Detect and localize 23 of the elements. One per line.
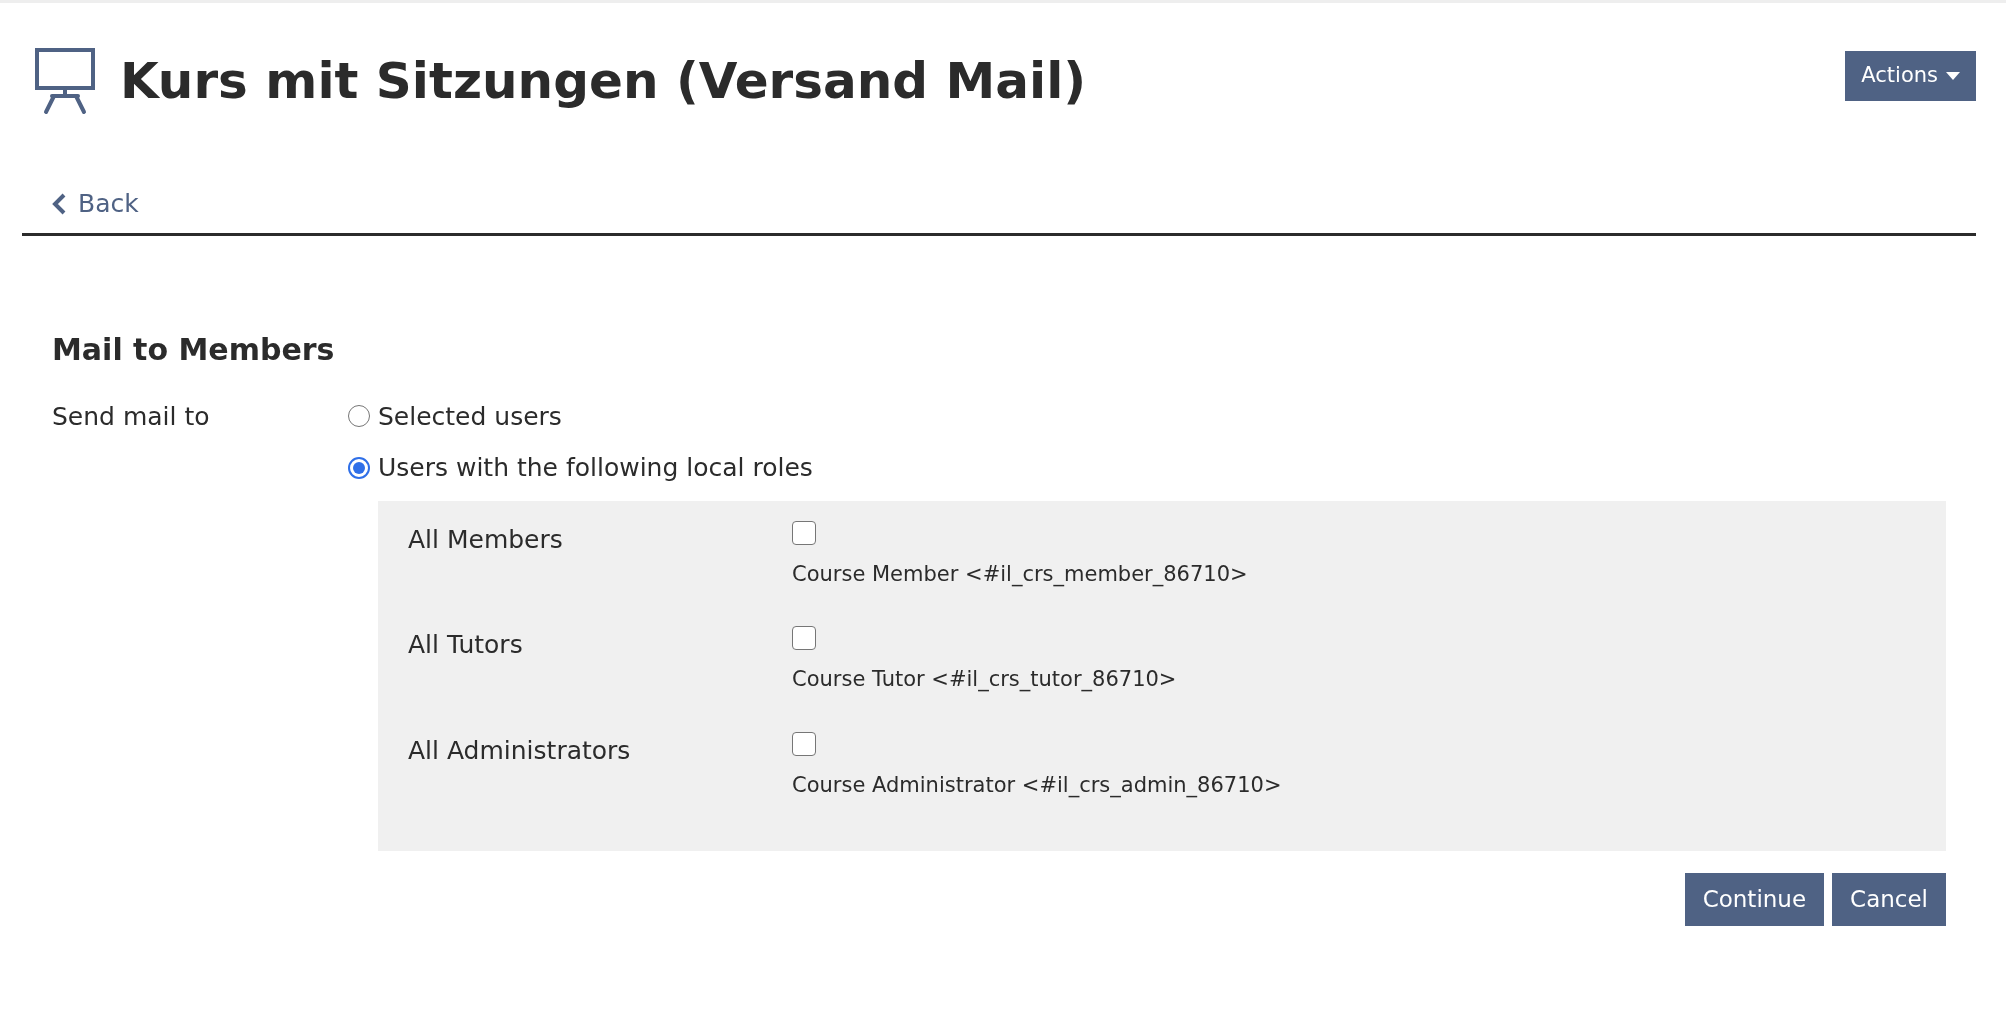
role-label: All Members	[408, 524, 563, 554]
radio-button[interactable]	[348, 405, 370, 428]
continue-button[interactable]: Continue	[1684, 873, 1825, 926]
field-label: Send mail to	[52, 401, 210, 431]
role-label: All Tutors	[408, 630, 523, 659]
role-description: Course Member <#il_crs_member_86710>	[792, 560, 1248, 589]
option-label: Users with the following local roles	[378, 452, 813, 484]
radio-button[interactable]	[348, 456, 370, 479]
chevron-left-icon	[52, 192, 66, 215]
presentation-board-icon	[34, 47, 96, 115]
back-link[interactable]: Back	[52, 185, 139, 223]
form-title: Mail to Members	[52, 331, 336, 368]
checkbox[interactable]	[792, 626, 816, 650]
role-description: Course Tutor <#il_crs_tutor_86710>	[792, 666, 1177, 694]
checkbox[interactable]	[792, 731, 816, 756]
actions-button[interactable]: Actions	[1845, 51, 1976, 101]
checkbox[interactable]	[792, 520, 816, 545]
caret-icon	[1946, 71, 1960, 80]
option-label: Selected users	[378, 400, 562, 433]
role-description: Course Administrator <#il_crs_admin_86710>	[792, 771, 1282, 800]
role-label: All Administrators	[408, 735, 631, 765]
page-title: Kurs mit Sitzungen (Versand Mail)	[120, 51, 1087, 111]
cancel-button[interactable]: Cancel	[1832, 873, 1946, 926]
